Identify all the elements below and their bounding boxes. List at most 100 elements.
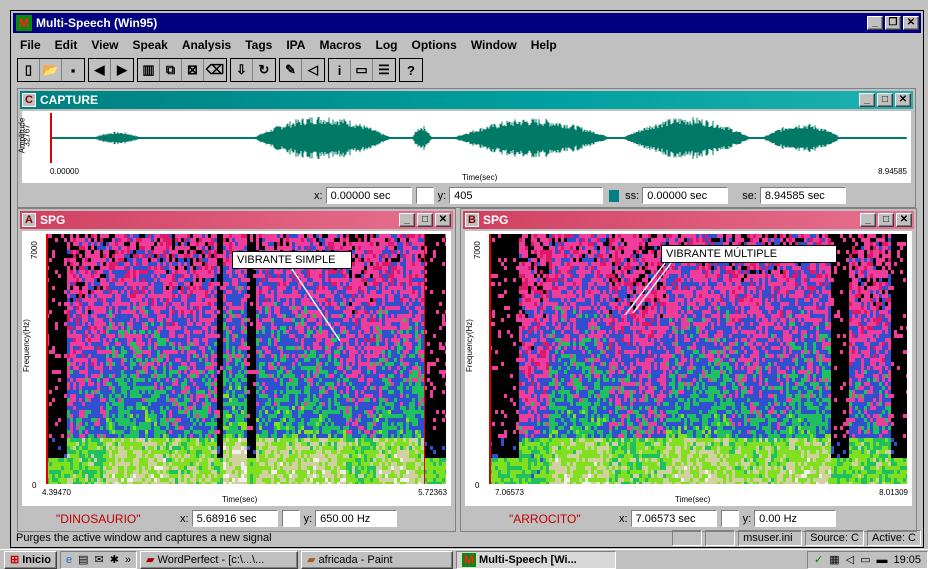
back-icon[interactable]: ◀	[89, 59, 111, 81]
spg-b-xlabel: Time(sec)	[675, 495, 711, 504]
spg-a-y-field[interactable]: 650.00 Hz	[315, 510, 398, 527]
spg-a-xlabel: Time(sec)	[222, 495, 258, 504]
toolbar-group: ✎ ◁	[279, 58, 325, 82]
capture-y-label: y:	[437, 189, 447, 202]
spg-b-x-lock[interactable]	[720, 510, 739, 527]
info-icon[interactable]: i	[329, 59, 351, 81]
capture-x-label: x:	[314, 189, 323, 202]
spg-b-plot[interactable]: 7000 Frequency(Hz) 0 VIBRANTE MÚLTIPLE 7…	[465, 231, 912, 506]
menu-file[interactable]: File	[13, 38, 48, 52]
paint-icon: ▰	[307, 554, 316, 566]
task-multispeech[interactable]: M Multi-Speech [Wi...	[456, 550, 617, 569]
forward-icon[interactable]: ▶	[111, 59, 133, 81]
multi-speech-icon: M	[16, 15, 32, 31]
menu-help[interactable]: Help	[524, 38, 564, 52]
menu-bar: File Edit View Speak Analysis Tags IPA Macros Lo…	[13, 35, 921, 55]
app-titlebar[interactable]: M Multi-Speech (Win95) _ ❐ ✕	[13, 13, 921, 33]
spg-b-maximize-button[interactable]: □	[878, 213, 894, 227]
capture-minimize-button[interactable]: _	[859, 93, 875, 107]
save-icon[interactable]: ▪	[62, 59, 84, 81]
spg-b-close-button[interactable]: ✕	[896, 213, 912, 227]
capture-close-button[interactable]: ✕	[895, 93, 911, 107]
capture-se-field[interactable]: 8.94585 sec	[759, 187, 846, 204]
tools-icon[interactable]: ✎	[280, 59, 302, 81]
ie-icon[interactable]: e	[66, 554, 72, 566]
spg-b-y-field[interactable]: 0.00 Hz	[754, 510, 837, 527]
outlook-icon[interactable]: ✉	[94, 553, 103, 566]
channel-icon[interactable]: ✱	[110, 553, 119, 566]
spg-b-annotation-arrow	[624, 262, 672, 316]
clock: 19:05	[893, 553, 921, 566]
antivirus-icon[interactable]: ✓	[814, 553, 823, 566]
spg-a-minimize-button[interactable]: _	[399, 213, 415, 227]
record-icon[interactable]: ⇩	[231, 59, 253, 81]
speaker-tray-icon[interactable]: ◁	[846, 553, 854, 566]
start-label: Inicio	[22, 553, 51, 566]
capture-x-field[interactable]: 0.00000 sec	[325, 187, 412, 204]
menu-speak[interactable]: Speak	[125, 38, 174, 52]
menu-view[interactable]: View	[84, 38, 125, 52]
printer-icon[interactable]: ▭	[860, 553, 870, 566]
maximize-button[interactable]: ❐	[885, 16, 901, 30]
menu-log[interactable]: Log	[368, 38, 404, 52]
loop-icon[interactable]: ↻	[253, 59, 275, 81]
spectrogram-window-a[interactable]: A SPG _ □ ✕ 7000 Frequency(Hz) 0 VIBRANT…	[17, 208, 456, 532]
spg-b-x-field[interactable]: 7.06573 sec	[630, 510, 717, 527]
menu-analysis[interactable]: Analysis	[175, 38, 238, 52]
quick-launch: e ▤ ✉ ✱ »	[59, 550, 138, 569]
system-tray: ✓ ▦ ◁ ▭ ▬ 19:05	[806, 550, 928, 569]
capture-letter: C	[22, 93, 36, 107]
speaker-icon[interactable]: ◁	[302, 59, 324, 81]
spg-b-titlebar[interactable]: B SPG _ □ ✕	[463, 211, 914, 229]
capture-plot[interactable]: Amplitude 32767 0.00000 Time(sec) 8.9458…	[17, 111, 911, 183]
capture-ss-label: ss:	[625, 189, 640, 202]
spectrogram-window-b[interactable]: B SPG _ □ ✕ 7000 Frequency(Hz) 0 VIBRANT…	[460, 208, 917, 532]
task-multispeech-label: Multi-Speech [Wi...	[479, 553, 577, 566]
network-icon[interactable]: ▦	[829, 553, 839, 566]
spg-b-minimize-button[interactable]: _	[860, 213, 876, 227]
new-icon[interactable]: ▯	[18, 59, 40, 81]
menu-macros[interactable]: Macros	[312, 38, 368, 52]
capture-y-field[interactable]: 405	[449, 187, 604, 204]
spg-a-time-start: 4.39470	[42, 488, 71, 497]
status-panel-blank-2	[705, 530, 736, 546]
spg-a-close-button[interactable]: ✕	[435, 213, 451, 227]
close-button[interactable]: ✕	[903, 16, 919, 30]
app-window: M Multi-Speech (Win95) _ ❐ ✕ File Edit Vie…	[10, 10, 924, 548]
spg-a-x-field[interactable]: 5.68916 sec	[191, 510, 278, 527]
menu-tags[interactable]: Tags	[238, 38, 279, 52]
more-icon[interactable]: »	[125, 554, 131, 566]
status-panel-blank-1	[672, 530, 703, 546]
spg-a-maximize-button[interactable]: □	[417, 213, 433, 227]
task-paint-label: africada - Paint	[318, 553, 393, 566]
menu-edit[interactable]: Edit	[48, 38, 85, 52]
capture-x-lock[interactable]	[415, 187, 434, 204]
menu-options[interactable]: Options	[404, 38, 463, 52]
copy-window-icon[interactable]: ⧉	[160, 59, 182, 81]
close-window-icon[interactable]: ⊠	[182, 59, 204, 81]
task-wordperfect[interactable]: ▰ WordPerfect - [c:\...\...	[140, 550, 299, 569]
spectrogram-icon[interactable]: ▥	[138, 59, 160, 81]
toolbar-group: ▯ 📂 ▪	[17, 58, 85, 82]
capture-titlebar[interactable]: C CAPTURE _ □ ✕	[20, 91, 913, 109]
task-paint[interactable]: ▰ africada - Paint	[301, 550, 454, 569]
window-icon[interactable]: ▭	[351, 59, 373, 81]
help-icon[interactable]: ?	[400, 59, 422, 81]
capture-selection-marker	[609, 189, 620, 202]
spg-a-plot[interactable]: 7000 Frequency(Hz) 0 VIBRANTE SIMPLE 4.3…	[22, 231, 451, 506]
capture-window[interactable]: C CAPTURE _ □ ✕ Amplitude 32767 0.00000 …	[17, 88, 916, 208]
open-icon[interactable]: 📂	[40, 59, 62, 81]
menu-window[interactable]: Window	[464, 38, 524, 52]
spg-a-titlebar[interactable]: A SPG _ □ ✕	[20, 211, 453, 229]
start-button[interactable]: ⊞ Inicio	[4, 550, 57, 569]
capture-ss-field[interactable]: 0.00000 sec	[642, 187, 729, 204]
status-active: Active: C	[866, 530, 921, 546]
monitor-icon[interactable]: ▬	[876, 554, 887, 566]
minimize-button[interactable]: _	[867, 16, 883, 30]
capture-maximize-button[interactable]: □	[877, 93, 893, 107]
list-icon[interactable]: ☰	[373, 59, 395, 81]
menu-ipa[interactable]: IPA	[279, 38, 312, 52]
eraser-icon[interactable]: ⌫	[204, 59, 226, 81]
spg-a-x-lock[interactable]	[281, 510, 300, 527]
explorer-icon[interactable]: ▤	[78, 553, 88, 566]
